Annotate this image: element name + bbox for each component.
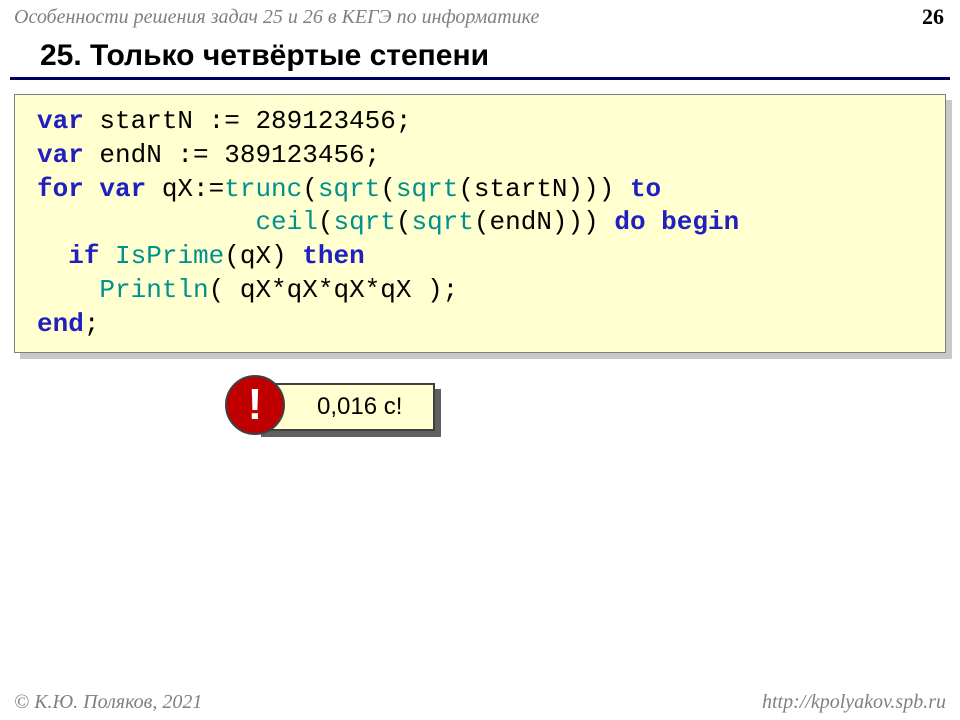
code-token: end [37, 309, 84, 339]
code-token: sqrt [412, 207, 474, 237]
code-token: ( [318, 207, 334, 237]
code-token: then [302, 241, 364, 271]
code-token: startN := 289123456; [84, 106, 412, 136]
timing-badge-container: 0,016 с! ! [255, 383, 465, 443]
code-token: endN := 389123456; [84, 140, 380, 170]
code-token: (endN))) [474, 207, 614, 237]
code-token: to [630, 174, 661, 204]
code-token: Println [99, 275, 208, 305]
footer-left: © К.Ю. Поляков, 2021 [14, 691, 202, 714]
page-number: 26 [922, 4, 944, 30]
code-token: (qX) [224, 241, 302, 271]
code-token: var [37, 106, 84, 136]
code-token: sqrt [333, 207, 395, 237]
code-token: do begin [614, 207, 739, 237]
code-token: ( qX*qX*qX*qX ); [209, 275, 459, 305]
footer: © К.Ю. Поляков, 2021 http://kpolyakov.sp… [14, 691, 946, 714]
code-token [99, 241, 115, 271]
code-token: qX:= [146, 174, 224, 204]
code-block-container: var startN := 289123456; var endN := 389… [14, 94, 946, 353]
code-token: ( [302, 174, 318, 204]
exclamation-mark: ! [248, 380, 263, 430]
code-token: trunc [224, 174, 302, 204]
code-token: ( [380, 174, 396, 204]
code-token: if [68, 241, 99, 271]
code-token: for var [37, 174, 146, 204]
code-token: var [37, 140, 84, 170]
timing-text: 0,016 с! [317, 393, 402, 421]
code-token: ; [84, 309, 100, 339]
code-token: sqrt [318, 174, 380, 204]
code-block: var startN := 289123456; var endN := 389… [14, 94, 946, 353]
code-token [37, 275, 99, 305]
code-token [37, 207, 255, 237]
code-token: ceil [255, 207, 317, 237]
code-token [37, 241, 68, 271]
code-token: (startN))) [458, 174, 630, 204]
slide-title: 25. Только четвёртые степени [10, 31, 950, 80]
exclamation-icon: ! [225, 375, 285, 435]
header-subtitle: Особенности решения задач 25 и 26 в КЕГЭ… [14, 6, 539, 28]
code-token: ( [396, 207, 412, 237]
footer-right: http://kpolyakov.spb.ru [762, 691, 946, 714]
code-token: sqrt [396, 174, 458, 204]
code-token: IsPrime [115, 241, 224, 271]
